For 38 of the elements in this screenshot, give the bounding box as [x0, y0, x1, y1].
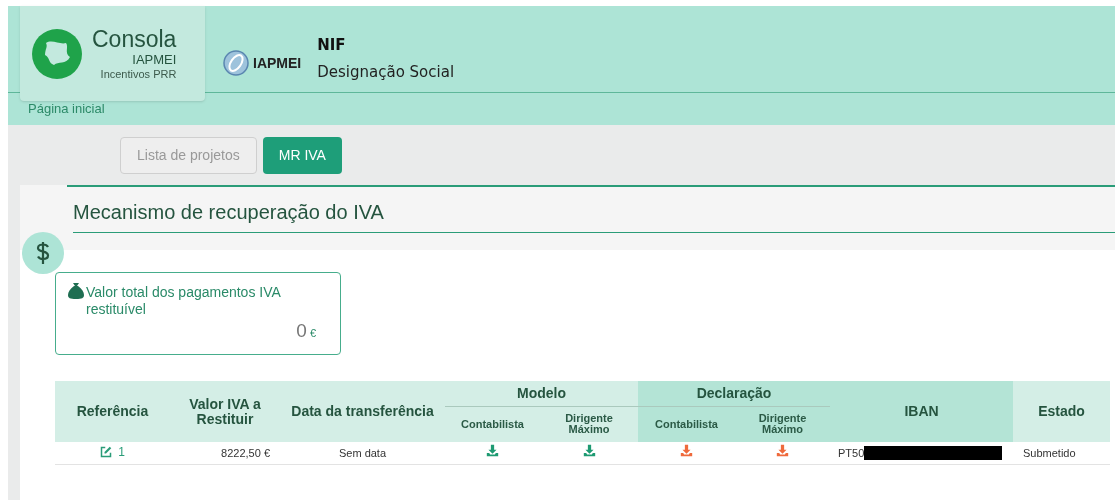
org-logo-text: IAPMEI	[253, 53, 302, 73]
breadcrumb-link[interactable]: Página inicial	[28, 99, 105, 119]
dollar-badge-icon	[22, 232, 64, 274]
tab[interactable]: MR IVA	[262, 136, 342, 174]
download-icon[interactable]	[776, 444, 789, 457]
app-caption: Incentivos PRR	[100, 68, 177, 80]
logo-icon	[32, 28, 82, 79]
download-icon[interactable]	[582, 444, 596, 457]
summary-value: 0	[296, 318, 307, 343]
column-group-header: Modelo	[445, 381, 638, 406]
reference-link[interactable]: 1	[118, 443, 125, 461]
download-icon[interactable]	[680, 444, 693, 457]
column-header: IBAN	[830, 381, 1013, 442]
money-bag-icon	[68, 282, 84, 299]
column-header: Estado	[1013, 381, 1110, 442]
nif-label: NIF	[317, 35, 347, 56]
column-group-header: Declaração	[638, 381, 830, 406]
table-cell: Sem data	[280, 442, 445, 464]
column-header: Dirigente Máximo	[540, 406, 638, 442]
download-icon[interactable]	[486, 444, 499, 457]
column-header: Referência	[55, 381, 170, 442]
column-header: Contabilista	[638, 406, 735, 442]
app-subtitle: IAPMEI	[132, 52, 177, 66]
company-name-label: Designação Social	[317, 61, 455, 83]
column-header: Contabilista	[445, 406, 540, 442]
column-header: Valor IVA a Restituir	[170, 381, 280, 442]
org-logo-icon	[223, 50, 249, 76]
table-cell: Submetido	[1013, 442, 1110, 464]
edit-icon[interactable]	[100, 446, 113, 458]
app-title: Consola	[92, 27, 177, 51]
section-title: Mecanismo de recuperação do IVA	[73, 197, 1115, 233]
column-header: Data da transferência	[280, 381, 445, 442]
iban-text: PT50	[838, 445, 865, 461]
tab[interactable]: Lista de projetos	[120, 136, 257, 174]
table-cell: 8222,50 €	[170, 442, 280, 464]
currency-symbol: €	[309, 325, 316, 341]
summary-label: Valor total dos pagamentos IVA restituível	[86, 284, 282, 318]
column-header: Dirigente Máximo	[735, 406, 830, 442]
